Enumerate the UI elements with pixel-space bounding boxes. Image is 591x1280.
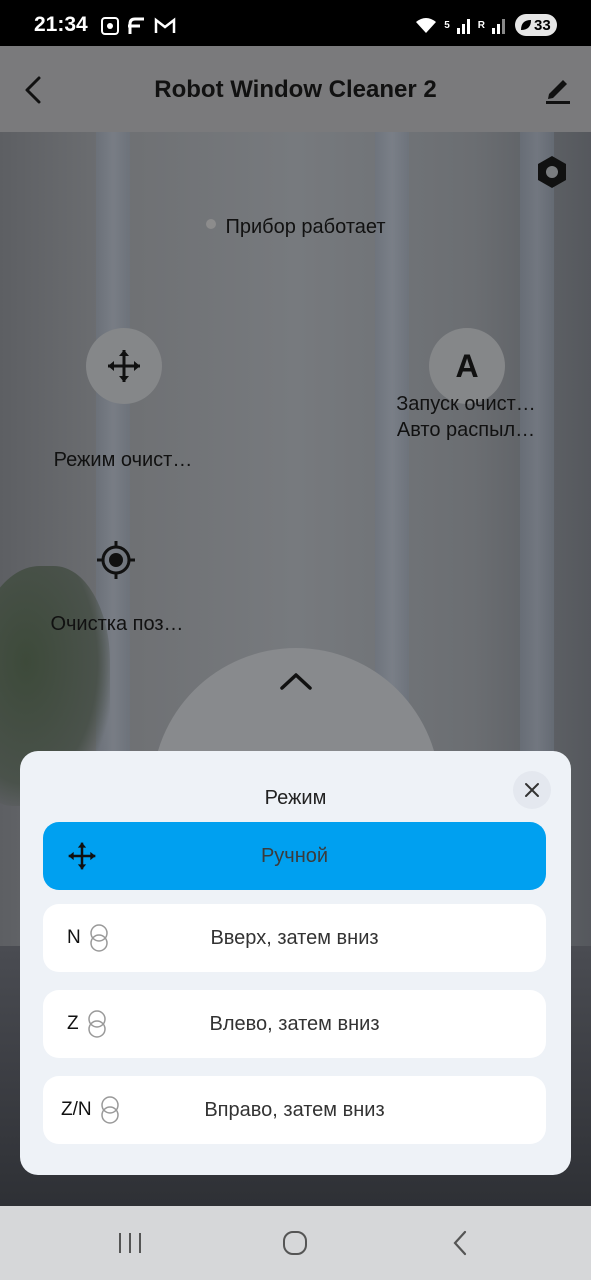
move-arrows-icon: [108, 350, 140, 382]
status-time: 21:34: [34, 13, 88, 36]
crosshair-icon: [97, 541, 135, 579]
mode-option-left-down[interactable]: Z Влево, затем вниз: [43, 990, 546, 1058]
close-button[interactable]: [513, 771, 551, 809]
mode-option-right-down[interactable]: Z/N Вправо, затем вниз: [43, 1076, 546, 1144]
cleaning-mode-label: Режим очист…: [53, 449, 193, 471]
recent-apps-button[interactable]: [114, 1228, 146, 1258]
leaf-icon: [521, 20, 531, 30]
back-icon: [453, 1230, 467, 1256]
spot-cleaning-label: Очистка поз…: [50, 613, 184, 635]
screenshot-icon: [101, 17, 119, 35]
system-icons: 5 R 33: [415, 14, 557, 36]
signal-label-5: 5: [444, 19, 450, 31]
sheet-title: Режим: [264, 787, 327, 809]
app-header: Robot Window Cleaner 2: [0, 46, 591, 132]
mode-option-manual[interactable]: Ручной: [43, 822, 546, 890]
mode-option-up-down[interactable]: N Вверх, затем вниз: [43, 904, 546, 972]
auto-start-label: Запуск очист… Авто распыл…: [380, 391, 552, 443]
device-status: Прибор работает: [0, 216, 591, 239]
device-status-text: Прибор работает: [225, 216, 386, 238]
settings-button[interactable]: [535, 154, 569, 190]
chevron-up-icon[interactable]: [278, 670, 314, 694]
signal-icon: [456, 19, 470, 34]
mode-label: Вверх, затем вниз: [210, 927, 379, 949]
signal-icon-2: [492, 19, 505, 34]
system-nav-bar: [0, 1206, 591, 1280]
auto-a-icon: A: [455, 347, 479, 384]
status-bar: 21:34 5 R 33: [0, 0, 591, 46]
home-icon: [283, 1231, 307, 1255]
auto-start-label-line1: Запуск очист…: [396, 393, 536, 415]
edit-button[interactable]: [543, 74, 573, 104]
page-title: Robot Window Cleaner 2: [154, 76, 437, 103]
status-dot: [205, 219, 216, 229]
signal-label-r: R: [477, 19, 485, 31]
mode-label: Вправо, затем вниз: [204, 1099, 385, 1121]
wifi-icon: [416, 18, 437, 33]
battery-level: 33: [534, 16, 551, 34]
notification-icons: [100, 16, 176, 36]
recents-icon: [119, 1233, 141, 1253]
mode-label: Ручной: [260, 845, 329, 867]
cleaning-mode-button[interactable]: [86, 328, 162, 404]
mode-label: Влево, затем вниз: [209, 1013, 380, 1035]
close-icon: [525, 783, 539, 797]
mode-sheet: Режим Ручной N Вверх, затем вниз Z Влево…: [20, 751, 571, 1175]
gmail-icon: [154, 17, 176, 33]
system-back-button[interactable]: [444, 1228, 476, 1258]
battery-indicator: 33: [515, 14, 557, 36]
app-f-icon: [128, 17, 144, 34]
spot-cleaning-button[interactable]: [78, 522, 154, 598]
auto-start-label-line2: Авто распыл…: [396, 419, 536, 441]
home-button[interactable]: [279, 1228, 311, 1258]
